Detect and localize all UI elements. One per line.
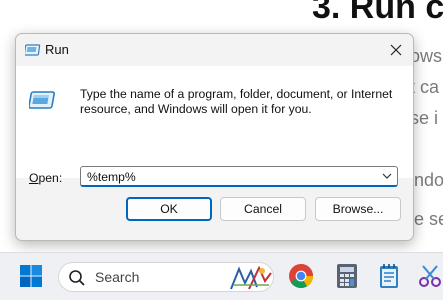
dialog-title: Run: [45, 42, 69, 57]
search-icon: [69, 270, 85, 286]
article-text-line: e set: [414, 209, 443, 229]
open-combobox[interactable]: %temp%: [80, 166, 398, 187]
chevron-down-icon[interactable]: [381, 170, 393, 182]
open-label-text: pen:: [38, 171, 63, 185]
notepad-icon[interactable]: [376, 263, 402, 289]
chrome-icon[interactable]: [288, 263, 314, 289]
browse-button[interactable]: Browse...: [315, 197, 401, 221]
run-icon: [25, 44, 41, 56]
article-text-line: se i: [410, 108, 439, 128]
snipping-tool-icon[interactable]: [417, 263, 443, 289]
open-label: Open:: [29, 171, 62, 185]
open-input-value[interactable]: %temp%: [87, 170, 136, 184]
article-text-line: ndow: [414, 170, 443, 190]
run-dialog: Run Type the name of a program, folder, …: [15, 33, 414, 241]
search-label: Search: [95, 269, 140, 285]
dialog-content: Type the name of a program, folder, docu…: [16, 66, 413, 187]
dialog-description: Type the name of a program, folder, docu…: [80, 87, 393, 116]
article-text-line: ows ': [410, 46, 443, 66]
ok-button[interactable]: OK: [126, 197, 212, 221]
article-heading: 3. Run c: [312, 0, 443, 26]
search-highlight-icon: [230, 265, 272, 290]
cancel-button[interactable]: Cancel: [220, 197, 306, 221]
run-icon: [29, 91, 55, 109]
windows-start-icon[interactable]: [19, 264, 43, 288]
close-icon: [390, 44, 402, 56]
taskbar: Search: [0, 252, 443, 300]
calculator-icon[interactable]: [334, 263, 360, 289]
taskbar-search[interactable]: Search: [58, 262, 274, 292]
dialog-titlebar[interactable]: Run: [16, 34, 413, 66]
article-text-line: t ca: [410, 77, 440, 97]
close-button[interactable]: [383, 37, 409, 63]
